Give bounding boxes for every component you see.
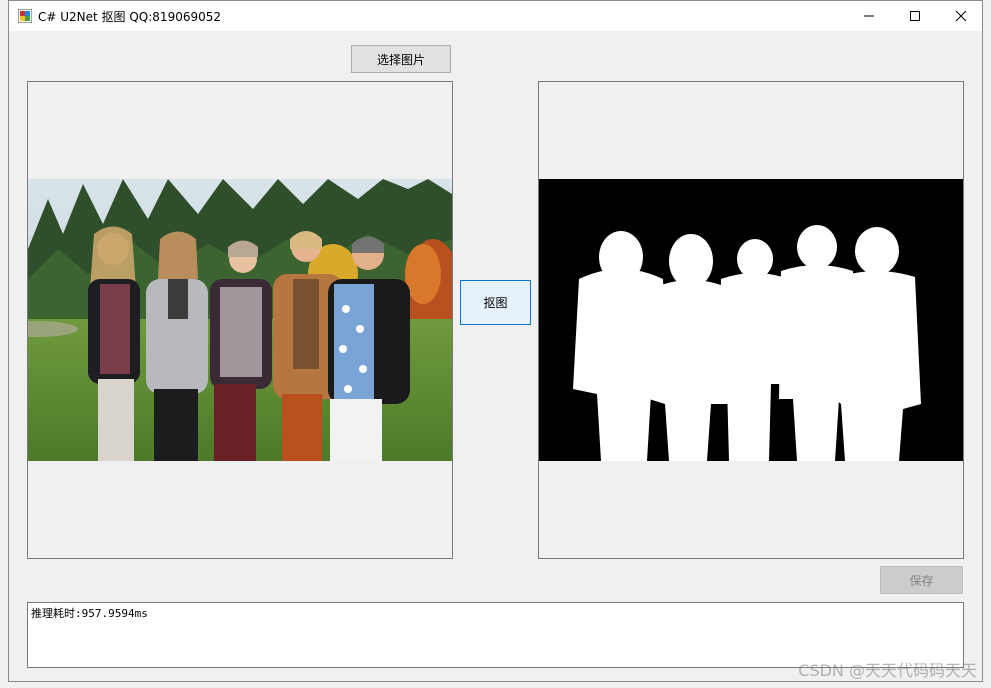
- result-mask: [539, 179, 963, 461]
- select-image-button[interactable]: 选择图片: [351, 45, 451, 73]
- close-icon: [955, 10, 967, 22]
- close-button[interactable]: [938, 1, 984, 31]
- main-window: C# U2Net 抠图 QQ:819069052 选择图片 抠图 保存 推理耗时…: [8, 0, 983, 682]
- minimize-button[interactable]: [846, 1, 892, 31]
- maximize-button[interactable]: [892, 1, 938, 31]
- minimize-icon: [864, 15, 874, 17]
- save-button[interactable]: 保存: [880, 566, 963, 594]
- app-icon: [18, 9, 32, 23]
- watermark: CSDN @天天代码码天天: [798, 661, 977, 680]
- window-title: C# U2Net 抠图 QQ:819069052: [38, 10, 222, 24]
- source-photo: [28, 179, 452, 461]
- title-bar[interactable]: C# U2Net 抠图 QQ:819069052: [9, 1, 982, 31]
- result-image-box: [538, 81, 964, 559]
- maximize-icon: [910, 11, 920, 21]
- source-image-box: [27, 81, 453, 559]
- matting-button[interactable]: 抠图: [460, 280, 531, 325]
